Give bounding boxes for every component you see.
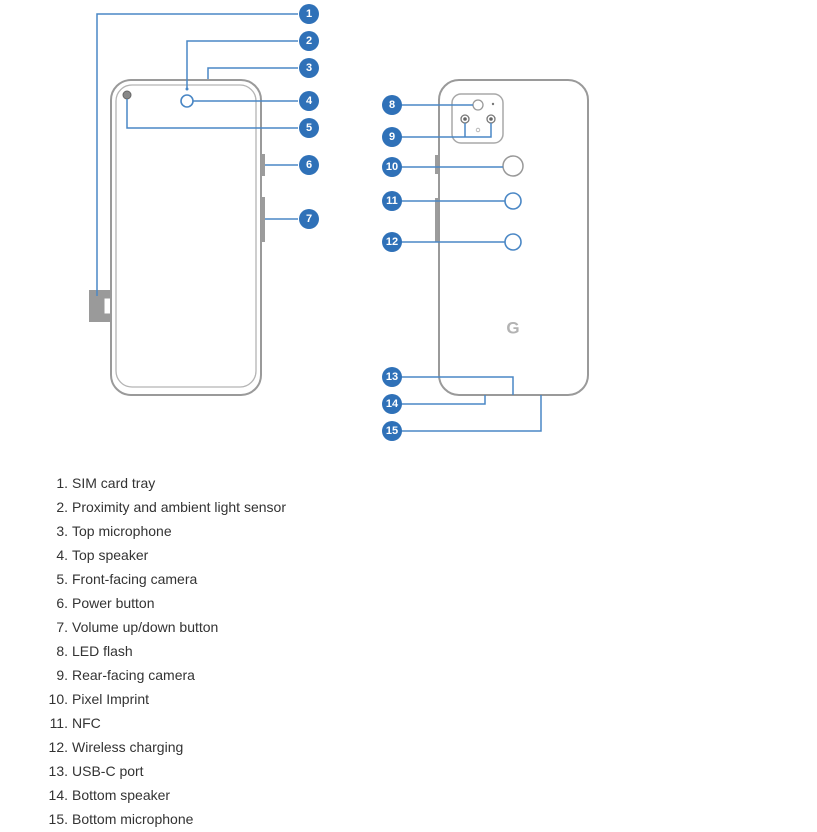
legend-item-label: Pixel Imprint bbox=[72, 691, 150, 707]
front-view bbox=[89, 13, 298, 396]
callout-badge-14: 14 bbox=[382, 394, 402, 414]
legend-item: 12. Wireless charging bbox=[0, 735, 286, 759]
svg-text:9: 9 bbox=[389, 131, 395, 143]
legend-item: 1. SIM card tray bbox=[0, 471, 286, 495]
legend-item-number: 6. bbox=[56, 595, 68, 611]
legend-item: 4. Top speaker bbox=[0, 543, 286, 567]
callout-badge-9: 9 bbox=[382, 127, 402, 147]
callout-badge-8: 8 bbox=[382, 95, 402, 115]
legend-item-number: 13. bbox=[48, 763, 68, 779]
legend-item: 8. LED flash bbox=[0, 639, 286, 663]
callout-badge-11: 11 bbox=[382, 191, 402, 211]
leader-line-5 bbox=[126, 99, 298, 129]
svg-text:11: 11 bbox=[386, 195, 398, 207]
svg-text:2: 2 bbox=[306, 35, 312, 47]
legend-item: 3. Top microphone bbox=[0, 519, 286, 543]
legend-item: 9. Rear-facing camera bbox=[0, 663, 286, 687]
legend-item-label: Bottom speaker bbox=[72, 787, 171, 803]
legend-item-number: 7. bbox=[56, 619, 68, 635]
power-button bbox=[261, 154, 265, 176]
callout-badge-1: 1 bbox=[299, 4, 319, 24]
leader-line-3 bbox=[207, 67, 298, 79]
legend-item: 2. Proximity and ambient light sensor bbox=[0, 495, 286, 519]
pixel-imprint-sensor bbox=[502, 155, 524, 177]
legend-item-label: LED flash bbox=[72, 643, 133, 659]
legend-item: 13. USB-C port bbox=[0, 759, 286, 783]
leader-line-15 bbox=[391, 395, 542, 432]
leader-line-14 bbox=[391, 395, 486, 405]
callout-badge-5: 5 bbox=[299, 118, 319, 138]
svg-text:4: 4 bbox=[306, 95, 313, 107]
legend-item: 7. Volume up/down button bbox=[0, 615, 286, 639]
legend-item-number: 15. bbox=[48, 811, 68, 827]
legend-item-label: Volume up/down button bbox=[72, 619, 219, 635]
legend-item-number: 5. bbox=[56, 571, 68, 587]
wireless-charging-marker bbox=[504, 233, 522, 251]
svg-text:12: 12 bbox=[386, 236, 398, 248]
top-speaker-circle bbox=[180, 94, 194, 108]
front-camera-dot bbox=[122, 90, 132, 100]
callout-badge-12: 12 bbox=[382, 232, 402, 252]
legend-item-label: NFC bbox=[72, 715, 101, 731]
svg-text:5: 5 bbox=[306, 122, 312, 134]
legend-item: 15. Bottom microphone bbox=[0, 807, 286, 831]
callout-badge-3: 3 bbox=[299, 58, 319, 78]
callout-badge-10: 10 bbox=[382, 157, 402, 177]
legend-item-number: 14. bbox=[48, 787, 68, 803]
leader-line-2 bbox=[186, 40, 298, 89]
back-view: G bbox=[391, 79, 589, 432]
legend-item: 6. Power button bbox=[0, 591, 286, 615]
google-g-logo: G bbox=[506, 319, 519, 338]
component-legend-list: 1. SIM card tray 2. Proximity and ambient … bbox=[0, 471, 286, 831]
legend-item-label: Rear-facing camera bbox=[72, 667, 195, 683]
legend-item-number: 9. bbox=[56, 667, 68, 683]
legend-item-label: USB-C port bbox=[72, 763, 144, 779]
legend-item-label: Bottom microphone bbox=[72, 811, 194, 827]
svg-text:13: 13 bbox=[386, 371, 398, 383]
led-flash-circle bbox=[472, 99, 484, 111]
svg-text:10: 10 bbox=[386, 161, 398, 173]
legend-item-label: Power button bbox=[72, 595, 155, 611]
phone-hardware-diagram: G 1 2 3 4 5 6 7 8 9 10 11 12 13 14 15 bbox=[89, 4, 589, 441]
legend-item-label: Front-facing camera bbox=[72, 571, 198, 587]
legend-item-label: SIM card tray bbox=[72, 475, 156, 491]
legend-item: 5. Front-facing camera bbox=[0, 567, 286, 591]
nfc-marker bbox=[504, 192, 522, 210]
legend-item-number: 10. bbox=[48, 691, 68, 707]
leader-line-1 bbox=[96, 13, 298, 296]
svg-text:7: 7 bbox=[306, 213, 312, 225]
legend-item-number: 3. bbox=[56, 523, 68, 539]
legend-item-number: 11. bbox=[49, 715, 68, 731]
callout-badge-4: 4 bbox=[299, 91, 319, 111]
svg-text:3: 3 bbox=[306, 62, 312, 74]
svg-text:8: 8 bbox=[389, 99, 395, 111]
svg-text:6: 6 bbox=[306, 159, 312, 171]
legend-item: 11. NFC bbox=[0, 711, 286, 735]
legend-item: 14. Bottom speaker bbox=[0, 783, 286, 807]
legend-item-number: 2. bbox=[56, 499, 68, 515]
legend-item-number: 4. bbox=[56, 547, 68, 563]
svg-text:15: 15 bbox=[386, 425, 398, 437]
front-screen-outline bbox=[115, 84, 257, 388]
callout-badge-13: 13 bbox=[382, 367, 402, 387]
legend-item-label: Wireless charging bbox=[72, 739, 184, 755]
legend-item-label: Proximity and ambient light sensor bbox=[72, 499, 286, 515]
callout-badge-2: 2 bbox=[299, 31, 319, 51]
leader-line-13 bbox=[391, 376, 514, 395]
callout-badge-15: 15 bbox=[382, 421, 402, 441]
legend-item-number: 1. bbox=[56, 475, 68, 491]
legend-item-number: 8. bbox=[56, 643, 68, 659]
callout-badge-7: 7 bbox=[299, 209, 319, 229]
svg-text:1: 1 bbox=[306, 8, 312, 20]
volume-button bbox=[261, 197, 265, 242]
legend-item-number: 12. bbox=[48, 739, 68, 755]
svg-text:14: 14 bbox=[386, 398, 399, 410]
legend-item: 10. Pixel Imprint bbox=[0, 687, 286, 711]
legend-item-label: Top microphone bbox=[72, 523, 172, 539]
legend-item-label: Top speaker bbox=[72, 547, 149, 563]
callout-badge-6: 6 bbox=[299, 155, 319, 175]
callout-badges: 1 2 3 4 5 6 7 8 9 10 11 12 13 14 15 bbox=[299, 4, 402, 441]
